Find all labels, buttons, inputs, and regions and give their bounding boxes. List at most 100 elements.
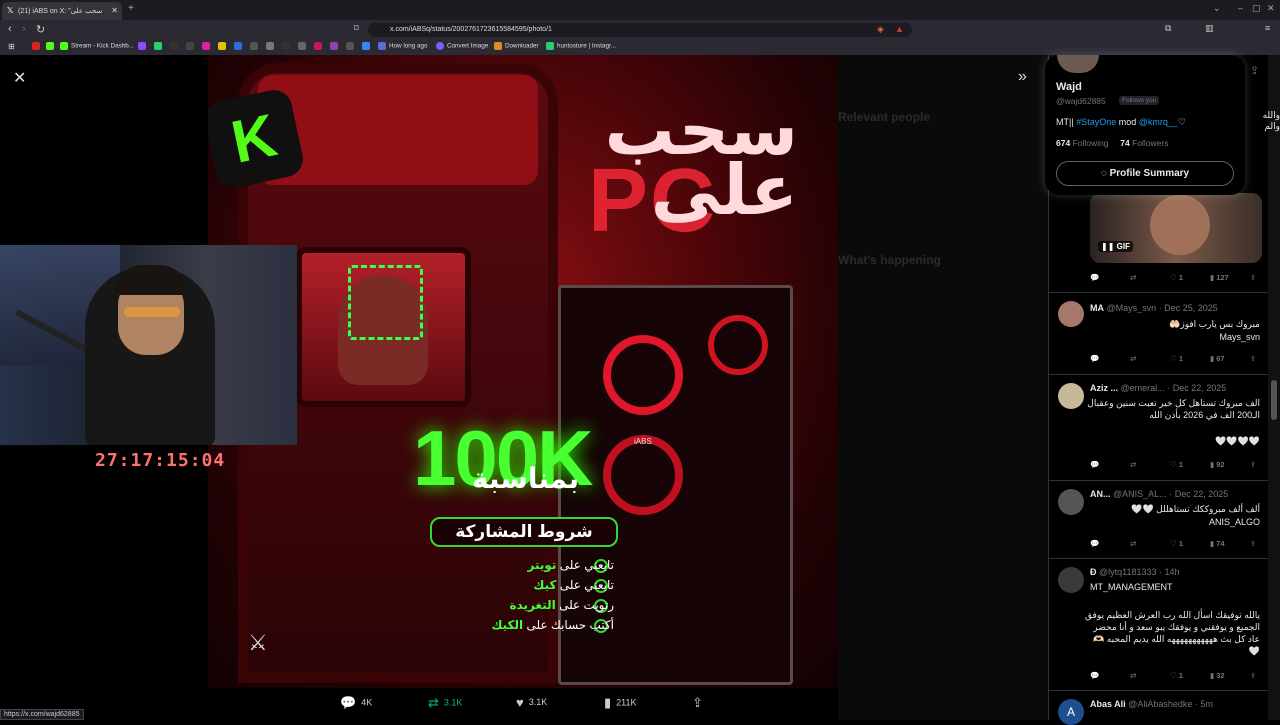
mention-link[interactable]: @kmrq__: [1139, 117, 1178, 127]
views-count[interactable]: ▮ 92: [1210, 460, 1225, 469]
back-icon[interactable]: ‹: [8, 23, 12, 35]
like-button[interactable]: ♡ 1: [1170, 273, 1183, 282]
repost-icon[interactable]: ⇄: [1130, 460, 1136, 469]
bookmark-huntostore[interactable]: huntostore | Instagr...: [546, 42, 616, 50]
twitch-icon[interactable]: [138, 42, 149, 50]
bookmark-icon-blue[interactable]: [234, 42, 245, 50]
post-text: مبروك بس يارب افوز🤲🏻: [1169, 319, 1260, 329]
like-button[interactable]: ♡ 1: [1170, 671, 1183, 680]
bookmark-icon-pink[interactable]: [314, 42, 325, 50]
reply-icon[interactable]: 💬: [1090, 539, 1099, 548]
close-tab-icon[interactable]: ✕: [111, 6, 118, 15]
reply-icon[interactable]: 💬: [1090, 671, 1099, 680]
reply-icon[interactable]: 💬: [1090, 273, 1099, 282]
minimize-icon[interactable]: –: [1238, 3, 1243, 13]
share-icon[interactable]: ⇪: [1250, 64, 1259, 77]
reply-post[interactable]: Ð @lytq1181333 · 14h MT_MANAGEMENT يالله…: [1048, 558, 1268, 690]
maximize-icon[interactable]: ▢: [1252, 3, 1261, 14]
new-tab-button[interactable]: +: [128, 3, 134, 14]
follows-you-badge: Follows you: [1119, 96, 1160, 105]
reply-post[interactable]: MA @Mays_svn · Dec 25, 2025 مبروك بس يار…: [1048, 292, 1268, 374]
instagram-icon[interactable]: [202, 42, 213, 50]
views-count[interactable]: ▮ 67: [1210, 354, 1225, 363]
bookmark-icon-red[interactable]: [32, 42, 43, 50]
menu-icon[interactable]: ≡: [1265, 23, 1270, 33]
close-window-icon[interactable]: ✕: [1267, 3, 1275, 14]
crossed-swords-logo-icon: ⚔: [248, 630, 268, 655]
like-button[interactable]: ♡ 1: [1170, 354, 1183, 363]
brave-rewards-icon[interactable]: ▲: [895, 24, 904, 34]
github-icon[interactable]: [298, 42, 309, 50]
brave-shield-icon[interactable]: ◈: [877, 24, 884, 35]
bookmark-icon-dark2[interactable]: [282, 42, 293, 50]
profile-name[interactable]: Wajd: [1056, 81, 1082, 93]
apps-grid-icon[interactable]: ⊞: [8, 42, 15, 51]
avatar[interactable]: [1058, 383, 1084, 409]
share-icon[interactable]: ⇪: [1250, 273, 1256, 282]
avatar[interactable]: A: [1058, 699, 1084, 725]
repost-icon[interactable]: ⇄: [1130, 354, 1136, 363]
reply-button[interactable]: 💬 4K: [340, 695, 372, 711]
kick-icon[interactable]: [46, 42, 57, 50]
repost-icon: ⇄: [428, 695, 439, 710]
chevron-down-icon[interactable]: ⌄: [1213, 3, 1221, 14]
followers-link[interactable]: 74 Followers: [1120, 138, 1168, 148]
post-text-mention: MT_MANAGEMENT: [1090, 582, 1173, 592]
views-count[interactable]: ▮ 74: [1210, 539, 1225, 548]
like-button[interactable]: ♥ 3.1K: [516, 695, 547, 710]
bookmark-icon-yellow[interactable]: [218, 42, 229, 50]
reply-post[interactable]: Aziz ... @emeral... · Dec 22, 2025 الف م…: [1048, 374, 1268, 480]
toggle-sidebar-icon[interactable]: »: [1018, 68, 1027, 86]
browser-tab-bar: 𝕏 (21) iABS on X: "سحب على ✕ + ⌄ – ▢ ✕: [0, 0, 1280, 20]
sidebar-icon[interactable]: ▥: [1205, 23, 1214, 34]
repost-button[interactable]: ⇄ 3.1K: [428, 695, 462, 711]
whatsapp-icon[interactable]: [154, 42, 165, 50]
avatar[interactable]: [1058, 567, 1084, 593]
bookmark-convert-image[interactable]: Convert Image: [436, 42, 488, 50]
bookmark-icon-blue2[interactable]: [362, 42, 373, 50]
forward-icon[interactable]: ›: [22, 23, 26, 35]
scrollbar-thumb[interactable]: [1271, 380, 1277, 420]
views-count[interactable]: ▮ 127: [1210, 273, 1229, 282]
x-icon[interactable]: [170, 42, 181, 50]
extensions-icon[interactable]: ⧉: [1165, 23, 1171, 34]
webcam-overlay: [0, 245, 297, 445]
bookmark-how-long-ago[interactable]: How long ago: [378, 42, 428, 50]
browser-tab[interactable]: 𝕏 (21) iABS on X: "سحب على ✕: [2, 2, 122, 20]
reply-post[interactable]: AN... @ANIS_AL... · Dec 22, 2025 ألف ألف…: [1048, 480, 1268, 558]
like-button[interactable]: ♡ 1: [1170, 539, 1183, 548]
reply-icon: 💬: [340, 695, 357, 710]
hashtag-link[interactable]: #StayOne: [1076, 117, 1116, 127]
avatar[interactable]: [1058, 489, 1084, 515]
repost-icon[interactable]: ⇄: [1130, 671, 1136, 680]
bookmark-icon-grey2[interactable]: [346, 42, 357, 50]
share-icon[interactable]: ⇪: [1250, 671, 1256, 680]
share-icon[interactable]: ⇪: [1250, 539, 1256, 548]
bookmark-icon-dark[interactable]: [250, 42, 261, 50]
bookmark-downloader[interactable]: Downloader: [494, 42, 539, 50]
profile-handle[interactable]: @wajd62885: [1056, 96, 1106, 106]
following-link[interactable]: 674 Following: [1056, 138, 1108, 148]
repost-icon[interactable]: ⇄: [1130, 539, 1136, 548]
close-viewer-icon[interactable]: ✕: [13, 68, 26, 88]
avatar[interactable]: [1058, 301, 1084, 327]
focus-bracket-icon: [348, 265, 423, 340]
share-icon[interactable]: ⇪: [1250, 460, 1256, 469]
reload-icon[interactable]: ↻: [36, 23, 45, 36]
reply-icon[interactable]: 💬: [1090, 460, 1099, 469]
reply-icon[interactable]: 💬: [1090, 354, 1099, 363]
bookmark-icon-purple[interactable]: [330, 42, 341, 50]
bookmark-icon-grey[interactable]: [266, 42, 277, 50]
views-button[interactable]: ▮ 211K: [604, 695, 637, 711]
tiktok-icon[interactable]: [186, 42, 197, 50]
reply-post[interactable]: A Abas Ali @AliAbashedke · 5m: [1048, 690, 1268, 725]
repost-icon[interactable]: ⇄: [1130, 273, 1136, 282]
bookmark-kick-dashboard[interactable]: Stream - Kick Dashb...: [60, 42, 134, 50]
profile-summary-button[interactable]: ◌ Profile Summary: [1056, 161, 1234, 186]
bookmark-icon[interactable]: ⌑: [354, 23, 359, 34]
views-count[interactable]: ▮ 32: [1210, 671, 1225, 680]
share-icon[interactable]: ⇪: [1250, 354, 1256, 363]
like-button[interactable]: ♡ 1: [1170, 460, 1183, 469]
address-bar[interactable]: x.com/iABSq/status/2002761723615584595/p…: [368, 23, 912, 37]
share-button[interactable]: ⇪: [692, 695, 708, 711]
